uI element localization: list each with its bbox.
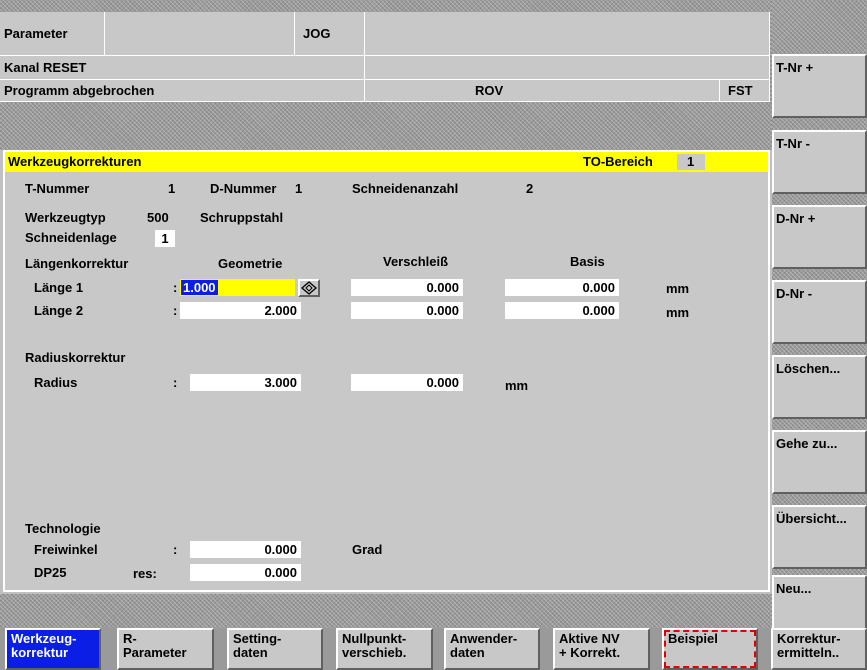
t-nummer-value: 1: [168, 181, 176, 196]
softkey-gehe-zu[interactable]: Gehe zu...: [772, 430, 867, 494]
softkey-loeschen[interactable]: Löschen...: [772, 355, 867, 419]
softkey-korrektur-ermitteln[interactable]: Korrektur- ermitteln..: [771, 628, 867, 670]
freiwinkel-input[interactable]: 0.000: [190, 541, 301, 558]
freiwinkel-unit: Grad: [352, 542, 383, 557]
t-nummer-label: T-Nummer: [25, 181, 90, 196]
fst-indicator: FST: [720, 80, 770, 102]
to-bereich-label: TO-Bereich: [583, 154, 653, 169]
rov-indicator: ROV: [365, 80, 720, 102]
laenge1-colon: :: [173, 280, 178, 295]
softkey-t-nr-minus[interactable]: T-Nr -: [772, 130, 867, 194]
d-nummer-value: 1: [295, 181, 303, 196]
radius-label: Radius: [34, 375, 78, 390]
to-bereich-value: 1: [677, 154, 705, 170]
header-blank-1: [105, 12, 295, 56]
softkey-d-nr-plus[interactable]: D-Nr +: [772, 205, 867, 269]
column-geometrie: Geometrie: [218, 256, 283, 271]
softkey-anwenderdaten[interactable]: Anwender- daten: [444, 628, 540, 670]
softkey-uebersicht[interactable]: Übersicht...: [772, 505, 867, 569]
tool-offset-panel: [3, 150, 770, 592]
schneidenanzahl-label: Schneidenanzahl: [352, 181, 459, 196]
d-nummer-label: D-Nummer: [210, 181, 277, 196]
dp25-label: DP25: [34, 565, 67, 580]
laenge2-label: Länge 2: [34, 303, 84, 318]
schneidenanzahl-value: 2: [526, 181, 534, 196]
laenge1-verschleiss-input[interactable]: 0.000: [351, 279, 463, 296]
softkey-t-nr-plus[interactable]: T-Nr +: [772, 54, 867, 118]
dp25-input[interactable]: 0.000: [190, 564, 301, 581]
schneidenlage-label: Schneidenlage: [25, 230, 117, 245]
laenge1-geometrie-selection: 1.000: [181, 280, 218, 295]
werkzeugtyp-value: 500: [147, 210, 169, 225]
header-blank-3: [365, 56, 770, 80]
laengenkorrektur-label: Längenkorrektur: [25, 256, 129, 271]
laenge2-unit: mm: [666, 305, 690, 320]
freiwinkel-label: Freiwinkel: [34, 542, 98, 557]
program-status: Programm abgebrochen: [0, 80, 365, 102]
radius-colon: :: [173, 375, 178, 390]
column-basis: Basis: [570, 254, 605, 269]
channel-status: Kanal RESET: [0, 56, 365, 80]
softkey-settingdaten[interactable]: Setting- daten: [227, 628, 323, 670]
werkzeugtyp-label: Werkzeugtyp: [25, 210, 106, 225]
laenge1-unit: mm: [666, 281, 690, 296]
softkey-aktive-nv-korrekt[interactable]: Aktive NV + Korrekt.: [553, 628, 650, 670]
radius-unit: mm: [505, 378, 529, 393]
softkey-nullpunktverschiebung[interactable]: Nullpunkt- verschieb.: [336, 628, 433, 670]
message-line: [0, 594, 772, 628]
laenge1-basis-input[interactable]: 0.000: [505, 279, 619, 296]
laenge2-geometrie-input[interactable]: 2.000: [180, 302, 301, 319]
panel-title: Werkzeugkorrekturen: [8, 154, 142, 169]
freiwinkel-colon: :: [173, 542, 178, 557]
toggle-icon[interactable]: [298, 279, 320, 297]
dp25-res-label: res:: [133, 566, 157, 581]
laenge2-basis-input[interactable]: 0.000: [505, 302, 619, 319]
softkey-werkzeugkorrektur[interactable]: Werkzeug- korrektur: [5, 628, 101, 670]
header-blank-2: [365, 12, 770, 56]
technologie-label: Technologie: [25, 521, 101, 536]
radius-verschleiss-input[interactable]: 0.000: [351, 374, 463, 391]
softkey-d-nr-minus[interactable]: D-Nr -: [772, 280, 867, 344]
mode-indicator: JOG: [295, 12, 365, 56]
radiuskorrektur-label: Radiuskorrektur: [25, 350, 126, 365]
area-name: Parameter: [0, 12, 105, 56]
softkey-beispiel[interactable]: Beispiel: [662, 628, 758, 670]
laenge2-colon: :: [173, 303, 178, 318]
werkzeugtyp-name: Schruppstahl: [200, 210, 284, 225]
laenge1-label: Länge 1: [34, 280, 84, 295]
laenge2-verschleiss-input[interactable]: 0.000: [351, 302, 463, 319]
schneidenlage-field[interactable]: 1: [155, 230, 175, 247]
radius-geometrie-input[interactable]: 3.000: [190, 374, 301, 391]
column-verschleiss: Verschleiß: [383, 254, 449, 269]
softkey-r-parameter[interactable]: R- Parameter: [117, 628, 214, 670]
